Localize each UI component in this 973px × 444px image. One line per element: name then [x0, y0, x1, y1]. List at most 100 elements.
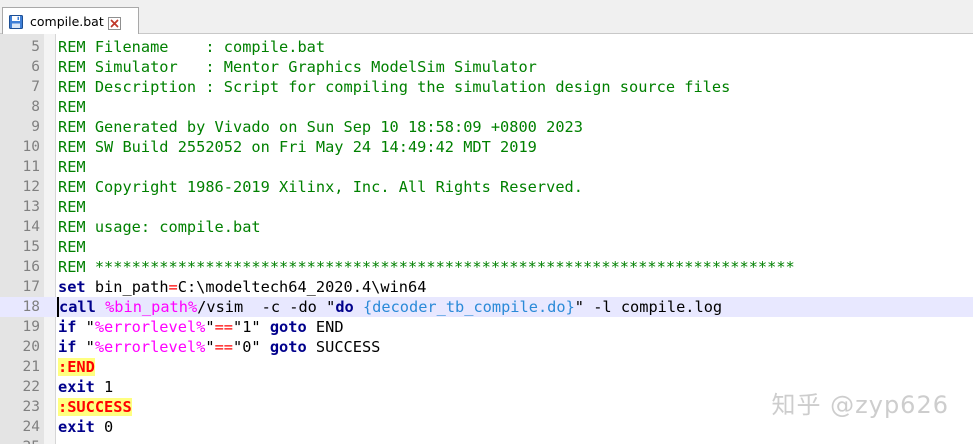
code-token-plain: /vsim -c -do: [197, 298, 327, 316]
code-token-plain: SUCCESS: [306, 338, 381, 356]
code-line[interactable]: 15 REM: [0, 237, 973, 257]
code-text: REM Filename : compile.bat: [58, 37, 325, 57]
code-token-comment: REM usage: compile.bat: [58, 218, 261, 236]
code-token-keyword: set: [58, 278, 86, 296]
code-token-keyword: call: [59, 298, 96, 316]
code-token-strvar: {decoder_tb_compile.do}: [353, 298, 575, 316]
line-number: 22: [22, 379, 40, 395]
code-text: exit 1: [58, 377, 113, 397]
code-text: REM: [58, 157, 86, 177]
code-token-comment: REM: [58, 238, 86, 256]
code-line[interactable]: 16 REM **********************************…: [0, 257, 973, 277]
code-token-label: :SUCCESS: [58, 398, 132, 416]
code-token-keyword: if: [58, 318, 77, 336]
line-number: 7: [31, 79, 40, 95]
line-number: 23: [22, 399, 40, 415]
code-token-comment: REM ************************************…: [58, 258, 795, 276]
code-token-var: %errorlevel%: [94, 338, 206, 356]
line-number: 5: [31, 39, 40, 55]
code-text: REM Description : Script for compiling t…: [58, 77, 730, 97]
code-token-comment: REM SW Build 2552052 on Fri May 24 14:49…: [58, 138, 537, 156]
code-token-label: :END: [58, 358, 95, 376]
code-text: REM usage: compile.bat: [58, 217, 261, 237]
code-line[interactable]: 18 call %bin_path%/vsim -c -do "do {decod…: [0, 297, 973, 317]
tab-label: compile.bat: [30, 13, 104, 29]
code-line[interactable]: 14 REM usage: compile.bat: [0, 217, 973, 237]
code-token-string: ": [205, 338, 215, 356]
code-token-keyword: exit: [58, 418, 95, 436]
line-number: 21: [22, 359, 40, 375]
code-token-string: "0": [233, 338, 270, 356]
code-token-comment: REM Simulator : Mentor Graphics ModelSim…: [58, 58, 537, 76]
code-token-string: ": [326, 298, 336, 316]
code-line[interactable]: 12 REM Copyright 1986-2019 Xilinx, Inc. A…: [0, 177, 973, 197]
line-number: 20: [22, 339, 40, 355]
code-line[interactable]: 8 REM: [0, 97, 973, 117]
line-number: 12: [22, 179, 40, 195]
line-number: 13: [22, 199, 40, 215]
code-token-plain: -l compile.log: [584, 298, 723, 316]
code-token-string: ": [76, 338, 95, 356]
code-token-keyword: goto: [269, 338, 307, 356]
code-token-comment: REM: [58, 98, 86, 116]
code-line[interactable]: 13 REM: [0, 197, 973, 217]
line-number: 9: [31, 119, 40, 135]
watermark: 知乎 @zyp626: [771, 391, 949, 419]
line-number: 24: [22, 419, 40, 435]
code-text: REM Copyright 1986-2019 Xilinx, Inc. All…: [58, 177, 583, 197]
code-line[interactable]: 11 REM: [0, 157, 973, 177]
code-text: if "%errorlevel%"=="0" goto SUCCESS: [58, 337, 380, 357]
code-text: REM: [58, 237, 86, 257]
code-text: REM Generated by Vivado on Sun Sep 10 18…: [58, 117, 583, 137]
code-line[interactable]: 7 REM Description : Script for compiling …: [0, 77, 973, 97]
line-number: 18: [22, 299, 40, 315]
line-number: 15: [22, 239, 40, 255]
code-token-string: "1": [233, 318, 270, 336]
code-text: :END: [58, 357, 95, 377]
code-token-comment: REM Generated by Vivado on Sun Sep 10 18…: [58, 118, 583, 136]
code-token-plain: bin_path: [85, 278, 169, 296]
code-token-plain: 1: [94, 378, 114, 396]
code-line[interactable]: 25: [0, 437, 973, 444]
save-disk-icon: [9, 14, 23, 29]
line-number: 19: [22, 319, 40, 335]
code-token-plain: END: [306, 318, 344, 336]
line-number: 25: [0, 437, 40, 444]
code-text: REM Simulator : Mentor Graphics ModelSim…: [58, 57, 537, 77]
code-lines: 5 REM Filename : compile.bat 6 REM Simulato…: [0, 37, 973, 444]
code-line[interactable]: 10 REM SW Build 2552052 on Fri May 24 14:…: [0, 137, 973, 157]
line-number: 6: [31, 59, 40, 75]
code-text: if "%errorlevel%"=="1" goto END: [58, 317, 344, 337]
code-line[interactable]: 5 REM Filename : compile.bat: [0, 37, 973, 57]
code-token-op: =: [168, 278, 178, 296]
code-text: call %bin_path%/vsim -c -do "do {decoder…: [57, 297, 722, 317]
code-line[interactable]: 21 :END: [0, 357, 973, 377]
close-icon[interactable]: [107, 15, 121, 30]
code-line[interactable]: 9 REM Generated by Vivado on Sun Sep 10 1…: [0, 117, 973, 137]
code-token-plain: 0: [94, 418, 114, 436]
code-token-keyword: exit: [58, 378, 95, 396]
code-token-comment: REM Copyright 1986-2019 Xilinx, Inc. All…: [58, 178, 583, 196]
code-token-op: ==: [214, 318, 233, 336]
code-token-string: ": [205, 318, 215, 336]
code-line[interactable]: 6 REM Simulator : Mentor Graphics ModelSi…: [0, 57, 973, 77]
code-token-strkey: do: [335, 298, 354, 316]
code-text: REM: [58, 97, 86, 117]
code-token-keyword: goto: [269, 318, 307, 336]
code-token-string: ": [574, 298, 584, 316]
line-number: 11: [22, 159, 40, 175]
code-token-string: ": [76, 318, 95, 336]
tab-bar: compile.bat: [0, 0, 973, 34]
code-text: REM: [58, 197, 86, 217]
code-text: exit 0: [58, 417, 113, 437]
code-text: REM SW Build 2552052 on Fri May 24 14:49…: [58, 137, 537, 157]
code-editor[interactable]: 5 REM Filename : compile.bat 6 REM Simulato…: [0, 34, 973, 444]
code-token-var: %errorlevel%: [94, 318, 206, 336]
code-line[interactable]: 20 if "%errorlevel%"=="0" goto SUCCESS: [0, 337, 973, 357]
tab-compile-bat[interactable]: compile.bat: [2, 7, 139, 34]
code-token-keyword: if: [58, 338, 77, 356]
code-text: set bin_path=C:\modeltech64_2020.4\win64: [58, 277, 426, 297]
code-line[interactable]: 17 set bin_path=C:\modeltech64_2020.4\win…: [0, 277, 973, 297]
code-line[interactable]: 19 if "%errorlevel%"=="1" goto END: [0, 317, 973, 337]
code-line[interactable]: 24 exit 0: [0, 417, 973, 437]
